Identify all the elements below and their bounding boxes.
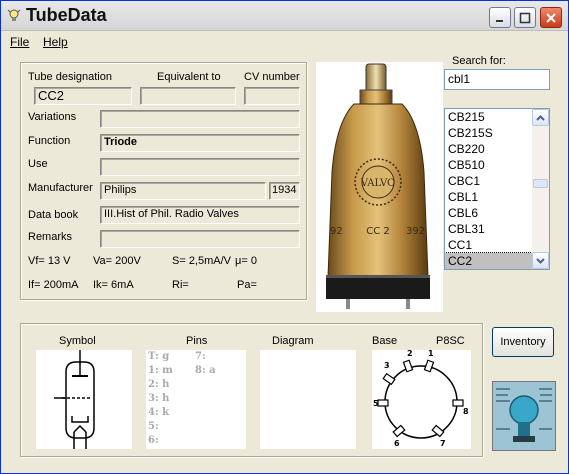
tube-list-item[interactable]: CBC1	[445, 173, 532, 189]
manufacturer-label: Manufacturer	[28, 182, 93, 194]
tube-list-item[interactable]: CBL31	[445, 221, 532, 237]
marking-center: CC 2	[366, 226, 390, 237]
base-label: Base	[372, 335, 398, 347]
variations-label: Variations	[28, 111, 77, 123]
close-button[interactable]	[540, 7, 562, 28]
pin-item: 7:	[195, 351, 206, 362]
diagram-panel	[260, 350, 356, 449]
base-pin-label: 1	[428, 350, 434, 358]
pin-item: 3: h	[148, 393, 170, 404]
tube-list-item[interactable]: CBL6	[445, 205, 532, 221]
cv-field[interactable]	[244, 87, 300, 105]
tube-photo: VALVO CC 2 92 392	[316, 62, 443, 312]
menu-bar: File Help	[1, 32, 568, 52]
marking-right: 392	[406, 226, 425, 237]
spec-s: S= 2,5mA/V	[172, 255, 232, 267]
marking-left: 92	[330, 226, 343, 237]
close-icon	[546, 12, 556, 23]
spec-if: If= 200mA	[28, 279, 79, 291]
cv-header: CV number	[244, 71, 300, 83]
minimize-icon	[496, 19, 503, 22]
tube-photo-image: VALVO CC 2 92 392	[326, 63, 430, 309]
list-scrollbar[interactable]	[532, 109, 549, 269]
tube-list-item[interactable]: CB220	[445, 141, 532, 157]
search-input[interactable]: cbl1	[444, 69, 550, 90]
menu-help[interactable]: Help	[43, 35, 68, 49]
pins-panel: T: g 1: m 2: h 3: h 4: k 5: 6: 7: 8: a	[146, 350, 246, 449]
databook-label: Data book	[28, 209, 79, 221]
pin-item: T: g	[148, 351, 170, 362]
spec-pa: Pa=	[237, 279, 257, 291]
symbol-label: Symbol	[59, 335, 96, 347]
equivalent-field[interactable]	[140, 87, 236, 105]
base-pin-label: 6	[394, 439, 400, 448]
base-pin-label: 5	[373, 399, 379, 408]
pin-item: 8: a	[195, 365, 216, 376]
year-field[interactable]: 1934	[269, 182, 300, 200]
remarks-field[interactable]	[100, 230, 300, 248]
inventory-button[interactable]: Inventory	[492, 327, 554, 357]
pins-label: Pins	[186, 335, 208, 347]
tube-list-item[interactable]: CBL1	[445, 189, 532, 205]
menu-file-label: File	[10, 35, 30, 49]
base-pin-label: 2	[407, 350, 413, 358]
spec-ri: Ri=	[172, 279, 189, 291]
tube-list-item[interactable]: CB215	[445, 109, 532, 125]
manufacturer-field[interactable]: Philips	[100, 182, 266, 200]
use-label: Use	[28, 158, 48, 170]
app-window: TubeData File Help Tube designation Equi…	[0, 0, 569, 474]
base-pin-label: 3	[384, 361, 390, 370]
designation-header: Tube designation	[28, 71, 112, 83]
window-title: TubeData	[26, 5, 107, 25]
scroll-down-button[interactable]	[532, 252, 549, 269]
pin-item: 4: k	[148, 407, 170, 418]
spec-mu: μ= 0	[235, 255, 257, 267]
search-label: Search for:	[452, 55, 506, 67]
use-field[interactable]	[100, 158, 300, 176]
chevron-up-icon	[536, 114, 545, 121]
minimize-button[interactable]	[489, 7, 511, 28]
tube-list-item[interactable]: CC1	[445, 237, 532, 253]
chevron-down-icon	[536, 257, 545, 264]
tube-list-item[interactable]: CC2	[445, 252, 533, 269]
remarks-label: Remarks	[28, 231, 73, 243]
pin-item: 2: h	[148, 379, 170, 390]
symbol-panel	[36, 350, 132, 449]
valvo-logo: VALVO	[360, 178, 395, 189]
diagram-label: Diagram	[272, 335, 314, 347]
scroll-up-button[interactable]	[532, 109, 549, 126]
spec-ik: Ik= 6mA	[93, 279, 134, 291]
menu-file[interactable]: File	[10, 35, 29, 49]
spec-vf: Vf= 13 V	[28, 255, 71, 267]
pin-item: 5:	[148, 421, 159, 432]
equivalent-header: Equivalent to	[157, 71, 221, 83]
base-panel: 1 2 3 5 6 7 8	[372, 349, 471, 449]
maximize-icon	[519, 12, 531, 23]
menu-help-label: Help	[43, 35, 68, 49]
tube-logo-icon	[493, 382, 555, 450]
tube-list-item[interactable]: CB215S	[445, 125, 532, 141]
scroll-thumb[interactable]	[533, 179, 548, 188]
variations-field[interactable]	[100, 110, 300, 128]
function-field[interactable]: Triode	[100, 134, 300, 152]
maximize-button[interactable]	[514, 7, 536, 28]
pin-item: 1: m	[148, 365, 173, 376]
base-pin-label: 8	[463, 407, 469, 416]
app-logo	[492, 381, 556, 451]
base-pin-label: 7	[440, 439, 446, 448]
base-type-label: P8SC	[436, 335, 465, 347]
function-label: Function	[28, 135, 71, 147]
designation-field[interactable]: CC2	[34, 87, 132, 105]
tube-list-item[interactable]: CB510	[445, 157, 532, 173]
triode-symbol-icon	[54, 350, 95, 449]
spec-va: Va= 200V	[93, 255, 141, 267]
title-bar[interactable]: TubeData	[1, 1, 568, 31]
databook-field[interactable]: III.Hist of Phil. Radio Valves	[100, 206, 300, 224]
tube-list[interactable]: CB215 CB215S CB220 CB510 CBC1 CBL1 CBL6 CBL31 CC…	[444, 108, 550, 270]
base-pinout-icon: 1 2 3 5 6 7 8	[373, 349, 469, 448]
pin-item: 6:	[148, 435, 159, 446]
bulb-icon	[7, 9, 21, 21]
